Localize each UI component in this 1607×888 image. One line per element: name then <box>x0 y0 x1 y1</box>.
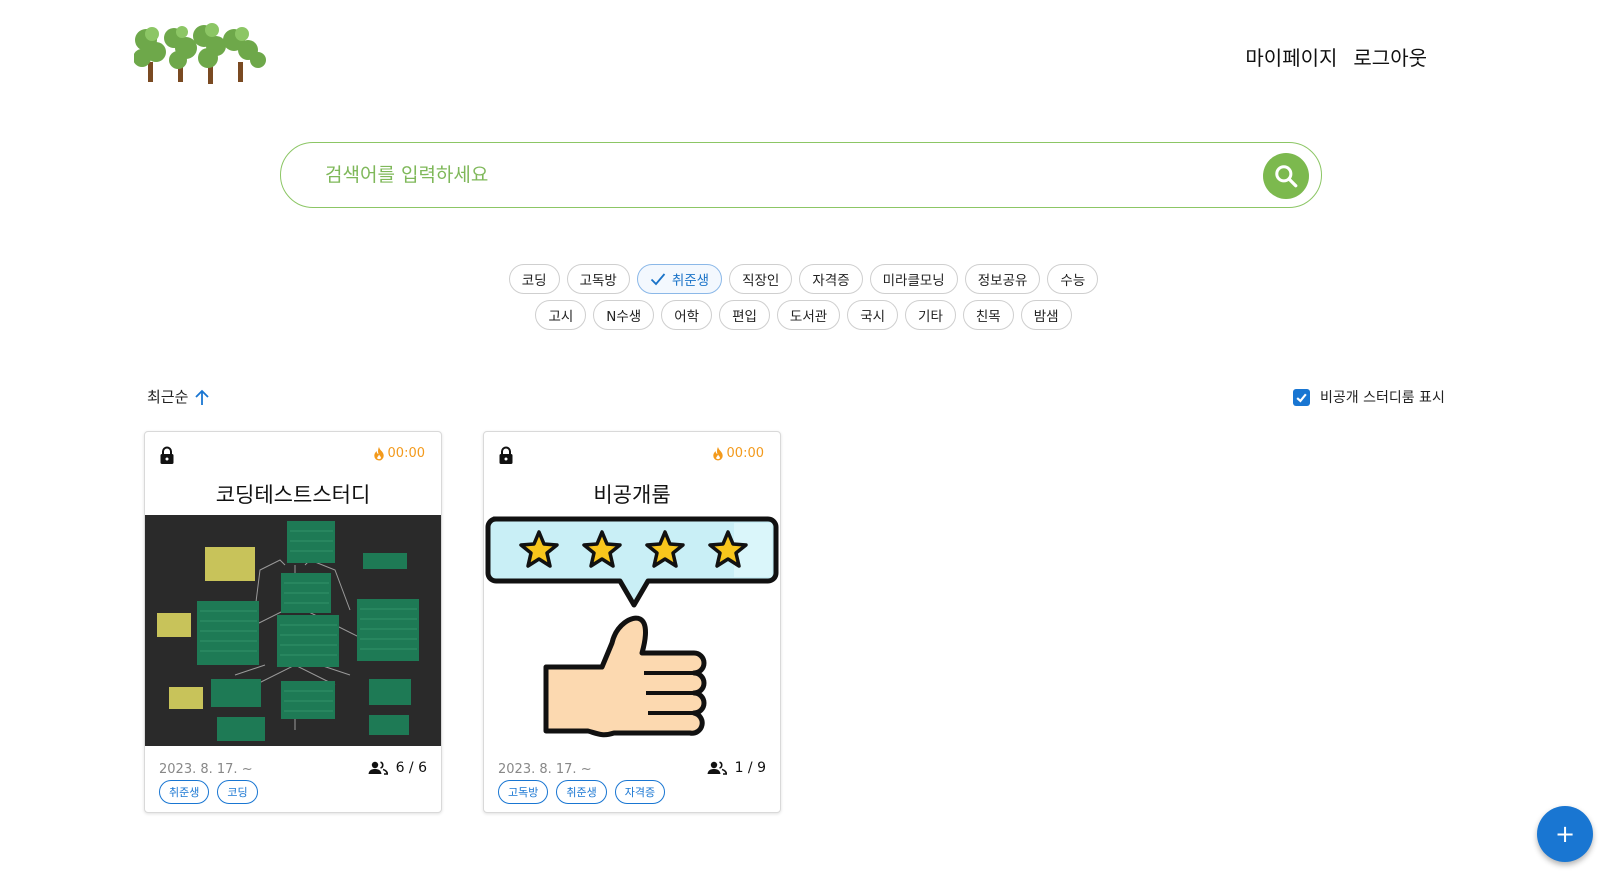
tag-chip[interactable]: 직장인 <box>729 264 793 294</box>
private-room-checkbox[interactable] <box>1293 388 1310 406</box>
search-button[interactable] <box>1263 153 1309 199</box>
sort-label: 최근순 <box>147 388 189 406</box>
check-icon <box>650 273 666 286</box>
search-icon <box>1275 165 1298 188</box>
private-room-label: 비공개 스터디룸 표시 <box>1320 390 1445 406</box>
room-timer: 00:00 <box>711 446 764 461</box>
tag-chip[interactable]: 미라클모닝 <box>869 264 958 294</box>
search-input[interactable] <box>325 143 1225 206</box>
tag-chip-label: 수능 <box>1060 273 1086 289</box>
tag-chip-label: 직장인 <box>742 273 780 289</box>
tag-row: 고시 N수생 어학 편입 도서관 국시 기타 친목 밤샘 <box>0 300 1607 330</box>
tag-chip-label: 자격증 <box>812 273 850 289</box>
room-title: 비공개룸 <box>593 483 671 507</box>
tag-chip[interactable]: 자격증 <box>799 264 863 294</box>
people-icon <box>368 761 388 775</box>
tag-chip-label: 취준생 <box>671 273 710 289</box>
tag-chip-label: 어학 <box>674 309 700 325</box>
tag-chip[interactable]: N수생 <box>593 300 655 330</box>
tag-chip[interactable]: 밤샘 <box>1020 300 1072 330</box>
tag-chip[interactable]: 국시 <box>847 300 899 330</box>
tag-chip[interactable]: 코딩 <box>508 264 560 294</box>
tag-filter: 코딩 고독방 취준생 직장인 자격증 미라클모닝 정보공유 수능 고시 N수생 어학 편입 도서관 국시… <box>0 264 1607 336</box>
timer-value: 00:00 <box>726 446 764 461</box>
room-card[interactable]: 00:00 코딩테스트스터디 2023. 8. 17. ~ 6 / 6 취준생 … <box>144 431 442 813</box>
room-tags: 고독방 취준생 자격증 <box>498 780 666 804</box>
tag-row: 코딩 고독방 취준생 직장인 자격증 미라클모닝 정보공유 수능 <box>0 264 1607 294</box>
lock-icon <box>160 446 174 464</box>
add-room-button[interactable]: + <box>1537 806 1593 862</box>
timer-value: 00:00 <box>387 446 425 461</box>
room-members: 1 / 9 <box>707 760 766 776</box>
room-date: 2023. 8. 17. ~ <box>159 762 253 777</box>
arrow-up-icon <box>195 389 210 405</box>
tag-chip[interactable]: 취준생 <box>636 264 723 294</box>
room-timer: 00:00 <box>372 446 425 461</box>
room-card[interactable]: 00:00 비공개룸 2023. 8. 17. ~ 1 / 9 고독방 취준생 … <box>483 431 781 813</box>
tag-chip-label: 고시 <box>548 309 574 325</box>
members-count: 1 / 9 <box>734 760 766 776</box>
room-members: 6 / 6 <box>368 760 427 776</box>
private-room-toggle: 비공개 스터디룸 표시 <box>1293 387 1445 407</box>
fire-icon <box>373 446 384 461</box>
tag-chip[interactable]: 편입 <box>719 300 770 330</box>
tag-chip-label: 코딩 <box>521 273 547 289</box>
members-count: 6 / 6 <box>395 760 427 776</box>
tag-chip[interactable]: 고독방 <box>566 264 630 294</box>
mypage-link[interactable]: 마이페이지 <box>1245 42 1337 71</box>
people-icon <box>707 761 727 775</box>
room-tags: 취준생 코딩 <box>159 780 258 804</box>
check-icon <box>1296 393 1307 403</box>
tag-chip-label: 정보공유 <box>977 273 1028 289</box>
tag-chip[interactable]: 도서관 <box>776 300 841 330</box>
fire-icon <box>712 446 723 461</box>
top-nav: 마이페이지 로그아웃 <box>1245 42 1427 71</box>
tag-chip-label: 친목 <box>975 309 1001 325</box>
tag-chip[interactable]: 기타 <box>905 300 956 330</box>
tag-chip[interactable]: 친목 <box>962 300 1014 330</box>
room-thumbnail <box>145 515 441 746</box>
tag-chip-label: 편입 <box>732 309 757 325</box>
tag-chip[interactable]: 수능 <box>1047 264 1099 294</box>
room-tag: 취준생 <box>159 780 210 804</box>
logout-link[interactable]: 로그아웃 <box>1353 42 1427 71</box>
sort-toggle[interactable]: 최근순 <box>147 386 210 407</box>
room-tag: 자격증 <box>614 780 666 804</box>
room-date: 2023. 8. 17. ~ <box>498 762 592 777</box>
tag-chip[interactable]: 정보공유 <box>964 264 1041 294</box>
logo[interactable] <box>134 22 269 86</box>
room-tag: 고독방 <box>498 780 549 804</box>
tag-chip-label: 도서관 <box>789 309 828 325</box>
search-bar <box>280 142 1322 208</box>
tag-chip-label: 밤샘 <box>1033 309 1059 325</box>
tag-chip-label: N수생 <box>606 309 642 325</box>
tag-chip-label: 국시 <box>860 309 886 325</box>
room-tag: 취준생 <box>556 780 607 804</box>
lock-icon <box>499 446 513 464</box>
room-thumbnail <box>484 515 780 746</box>
tag-chip-label: 미라클모닝 <box>882 273 945 289</box>
tag-chip[interactable]: 어학 <box>661 300 713 330</box>
tag-chip-label: 기타 <box>918 309 943 325</box>
room-tag: 코딩 <box>217 780 258 804</box>
room-title: 코딩테스트스터디 <box>215 483 371 507</box>
tag-chip[interactable]: 고시 <box>535 300 587 330</box>
tag-chip-label: 고독방 <box>579 273 617 289</box>
